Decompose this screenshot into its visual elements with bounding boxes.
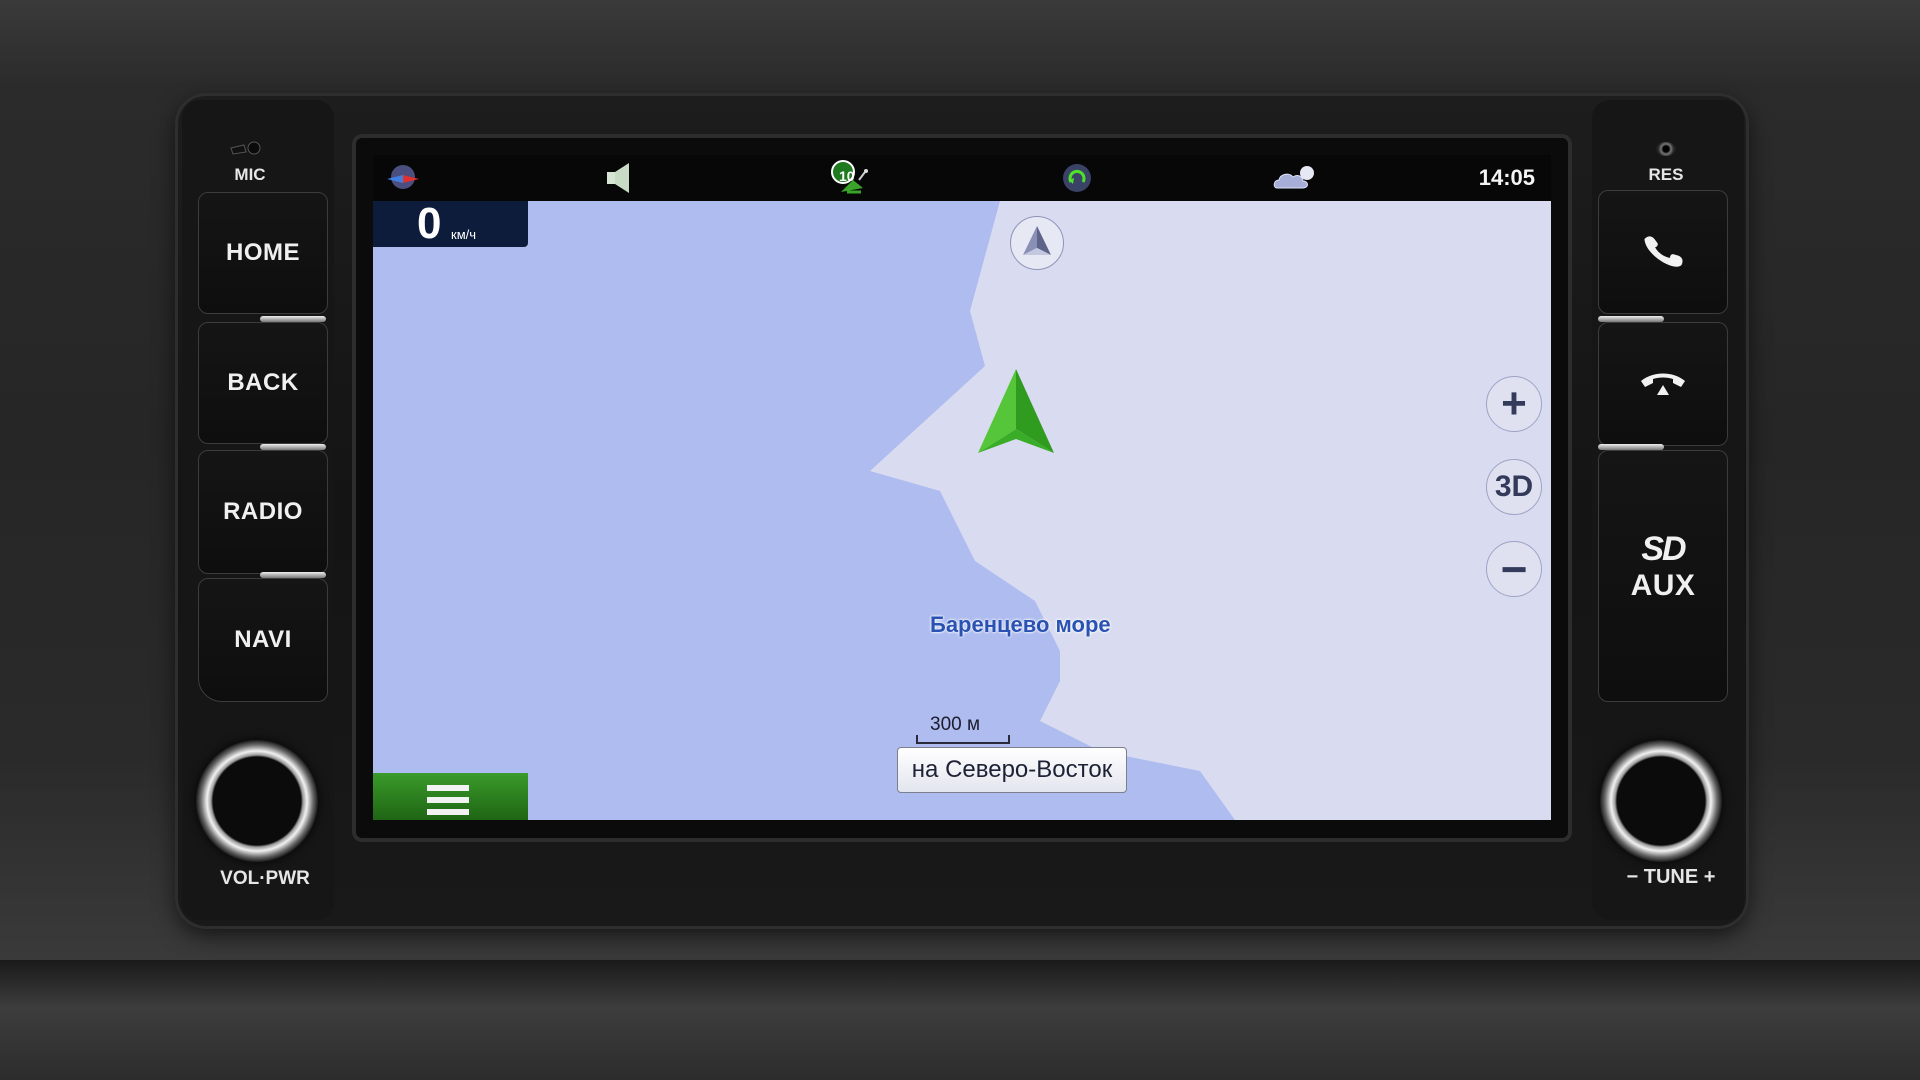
navigation-screen: 10 14:05 0 км/ч + 3D − Баренцево море 30… bbox=[373, 155, 1551, 820]
sync-icon[interactable] bbox=[1057, 161, 1097, 195]
menu-icon-bar bbox=[427, 785, 469, 791]
speed-value: 0 bbox=[417, 199, 442, 248]
speed-unit: км/ч bbox=[451, 227, 477, 242]
map-scale-label: 300 м bbox=[930, 714, 981, 735]
call-answer-button[interactable] bbox=[1598, 190, 1728, 314]
dashboard-lower-trim bbox=[0, 960, 1920, 1080]
mic-label: MIC bbox=[234, 165, 266, 184]
tune-knob[interactable] bbox=[1600, 740, 1722, 862]
radio-button[interactable]: RADIO bbox=[198, 450, 328, 574]
sd-aux-button[interactable]: SD AUX bbox=[1598, 450, 1728, 702]
radio-button-label: RADIO bbox=[223, 498, 303, 525]
status-bar: 10 14:05 bbox=[373, 155, 1551, 201]
home-button[interactable]: HOME bbox=[198, 192, 328, 314]
volume-power-knob[interactable] bbox=[196, 740, 318, 862]
gps-satellite-icon[interactable]: 10 bbox=[829, 160, 879, 195]
navi-button[interactable]: NAVI bbox=[198, 578, 328, 702]
3d-mode-button[interactable]: 3D bbox=[1486, 459, 1542, 515]
call-hangup-button[interactable] bbox=[1598, 322, 1728, 446]
reset-pinhole-icon bbox=[1656, 142, 1676, 156]
back-button-label: BACK bbox=[227, 369, 299, 396]
phone-answer-icon bbox=[1644, 236, 1683, 267]
speedometer: 0 км/ч bbox=[373, 199, 528, 248]
reset-label: RES bbox=[1648, 165, 1684, 184]
compass-globe-icon[interactable] bbox=[383, 161, 423, 195]
sd-logo-icon: SD bbox=[1641, 529, 1686, 568]
menu-icon-bar bbox=[427, 797, 469, 803]
home-button-label: HOME bbox=[226, 239, 300, 266]
main-menu-button[interactable] bbox=[373, 773, 528, 820]
mic-icon bbox=[228, 140, 268, 162]
north-arrow-icon bbox=[1023, 226, 1051, 255]
navi-button-label: NAVI bbox=[234, 626, 292, 653]
map-scale-bar bbox=[916, 735, 1010, 744]
map-view[interactable]: 0 км/ч + 3D − Баренцево море 300 м на Се… bbox=[373, 199, 1551, 820]
weather-cloud-icon[interactable] bbox=[1271, 161, 1323, 195]
speaker-icon[interactable] bbox=[599, 161, 639, 195]
current-position-marker-icon bbox=[978, 369, 1054, 453]
phone-hangup-icon bbox=[1641, 373, 1685, 395]
sea-name-label: Баренцево море bbox=[930, 612, 1111, 637]
satellite-count: 10 bbox=[839, 168, 855, 184]
tune-label: − TUNE + bbox=[1626, 866, 1716, 888]
menu-icon-bar bbox=[427, 809, 469, 815]
volume-power-label: VOL·PWR bbox=[220, 868, 310, 889]
back-button[interactable]: BACK bbox=[198, 322, 328, 444]
heading-direction-label[interactable]: на Северо-Восток bbox=[897, 747, 1127, 793]
clock: 14:05 bbox=[1478, 165, 1535, 190]
aux-label: AUX bbox=[1630, 568, 1696, 602]
zoom-out-button[interactable]: − bbox=[1486, 541, 1542, 597]
zoom-in-button[interactable]: + bbox=[1486, 376, 1542, 432]
north-compass-button[interactable] bbox=[1010, 216, 1064, 270]
